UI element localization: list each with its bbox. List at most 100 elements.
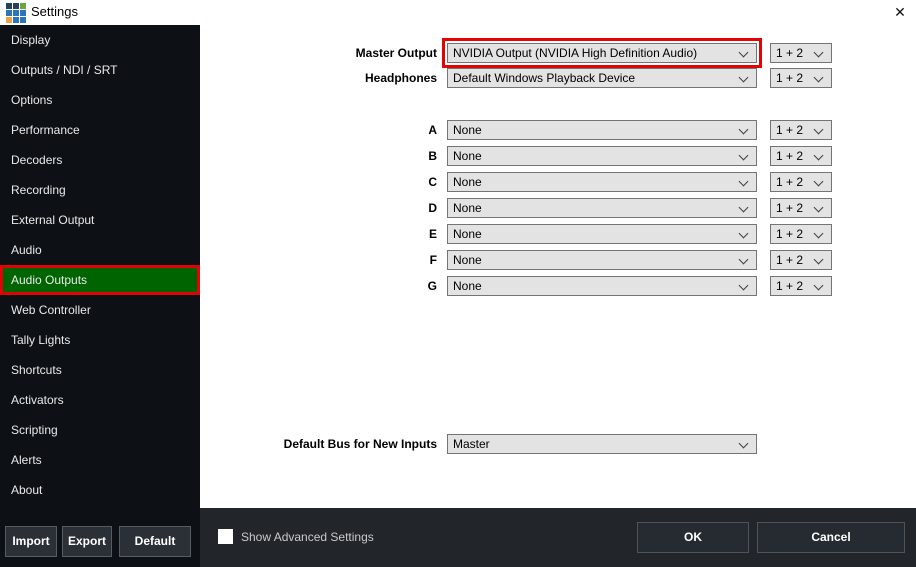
sidebar-item-about[interactable]: About	[0, 475, 200, 505]
sidebar-item-decoders[interactable]: Decoders	[0, 145, 200, 175]
sidebar-item-audio-outputs[interactable]: Audio Outputs	[0, 265, 200, 295]
chevron-down-icon	[738, 280, 749, 291]
bus-e-select-value: None	[453, 227, 482, 241]
bus-d-channel-select-value: 1 + 2	[776, 201, 804, 215]
headphones-channel-value: 1 + 2	[776, 71, 804, 85]
headphones-value: Default Windows Playback Device	[453, 71, 636, 85]
master-output-channel-value: 1 + 2	[776, 46, 804, 60]
bus-f-channel-select-value: 1 + 2	[776, 253, 804, 267]
sidebar-item-options[interactable]: Options	[0, 85, 200, 115]
sidebar-buttons: Import Export Default	[0, 526, 200, 557]
chevron-down-icon	[813, 254, 824, 265]
sidebar-item-activators[interactable]: Activators	[0, 385, 200, 415]
sidebar-item-shortcuts[interactable]: Shortcuts	[0, 355, 200, 385]
bus-a-label: A	[428, 123, 437, 137]
bus-c-channel-select[interactable]: 1 + 2	[770, 172, 832, 192]
chevron-down-icon	[813, 280, 824, 291]
master-output-select[interactable]: NVIDIA Output (NVIDIA High Definition Au…	[447, 43, 757, 63]
chevron-down-icon	[813, 228, 824, 239]
bus-a-channel-select-value: 1 + 2	[776, 123, 804, 137]
bottom-bar: Show Advanced Settings OK Cancel	[200, 508, 916, 567]
bus-g-label: G	[427, 279, 437, 293]
default-bus-value: Master	[453, 437, 490, 451]
bus-g-channel-select-value: 1 + 2	[776, 279, 804, 293]
bus-f-select[interactable]: None	[447, 250, 757, 270]
chevron-down-icon	[813, 150, 824, 161]
bus-b-select-value: None	[453, 149, 482, 163]
bus-d-label: D	[428, 201, 437, 215]
chevron-down-icon	[738, 202, 749, 213]
default-bus-label: Default Bus for New Inputs	[283, 437, 437, 451]
chevron-down-icon	[813, 202, 824, 213]
sidebar: Display Outputs / NDI / SRT Options Perform…	[0, 25, 200, 567]
bus-e-channel-select[interactable]: 1 + 2	[770, 224, 832, 244]
default-button[interactable]: Default	[119, 526, 191, 557]
title-bar: Settings ✕	[0, 0, 916, 25]
bus-b-channel-select-value: 1 + 2	[776, 149, 804, 163]
bus-d-channel-select[interactable]: 1 + 2	[770, 198, 832, 218]
sidebar-item-recording[interactable]: Recording	[0, 175, 200, 205]
bus-a-select-value: None	[453, 123, 482, 137]
headphones-select[interactable]: Default Windows Playback Device	[447, 68, 757, 88]
bus-f-label: F	[429, 253, 437, 267]
sidebar-item-external-output[interactable]: External Output	[0, 205, 200, 235]
app-logo-icon	[6, 3, 26, 23]
ok-button[interactable]: OK	[637, 522, 749, 553]
chevron-down-icon	[738, 176, 749, 187]
bus-e-select[interactable]: None	[447, 224, 757, 244]
bus-b-select[interactable]: None	[447, 146, 757, 166]
chevron-down-icon	[738, 124, 749, 135]
sidebar-nav: Display Outputs / NDI / SRT Options Perform…	[0, 25, 200, 505]
bus-d-select-value: None	[453, 201, 482, 215]
default-bus-select[interactable]: Master	[447, 434, 757, 454]
bus-d-select[interactable]: None	[447, 198, 757, 218]
chevron-down-icon	[738, 47, 749, 58]
bus-a-select[interactable]: None	[447, 120, 757, 140]
master-output-channel-select[interactable]: 1 + 2	[770, 43, 832, 63]
chevron-down-icon	[813, 47, 824, 58]
bus-g-channel-select[interactable]: 1 + 2	[770, 276, 832, 296]
bus-c-channel-select-value: 1 + 2	[776, 175, 804, 189]
sidebar-item-tally-lights[interactable]: Tally Lights	[0, 325, 200, 355]
window-title: Settings	[31, 4, 78, 19]
import-button[interactable]: Import	[5, 526, 57, 557]
bus-f-channel-select[interactable]: 1 + 2	[770, 250, 832, 270]
main-panel: Master Output NVIDIA Output (NVIDIA High…	[200, 25, 916, 508]
bus-c-select-value: None	[453, 175, 482, 189]
chevron-down-icon	[813, 176, 824, 187]
sidebar-item-alerts[interactable]: Alerts	[0, 445, 200, 475]
show-advanced-settings-checkbox[interactable]	[218, 529, 233, 544]
master-output-label: Master Output	[355, 46, 437, 60]
sidebar-item-web-controller[interactable]: Web Controller	[0, 295, 200, 325]
sidebar-item-scripting[interactable]: Scripting	[0, 415, 200, 445]
bus-a-channel-select[interactable]: 1 + 2	[770, 120, 832, 140]
chevron-down-icon	[813, 72, 824, 83]
chevron-down-icon	[738, 150, 749, 161]
master-output-highlight: NVIDIA Output (NVIDIA High Definition Au…	[442, 38, 762, 68]
chevron-down-icon	[738, 254, 749, 265]
master-output-value: NVIDIA Output (NVIDIA High Definition Au…	[453, 46, 698, 60]
headphones-channel-select[interactable]: 1 + 2	[770, 68, 832, 88]
bus-g-select-value: None	[453, 279, 482, 293]
bus-g-select[interactable]: None	[447, 276, 757, 296]
settings-window: Settings ✕ Display Outputs / NDI / SRT Opt…	[0, 0, 916, 567]
bus-e-channel-select-value: 1 + 2	[776, 227, 804, 241]
bus-c-select[interactable]: None	[447, 172, 757, 192]
chevron-down-icon	[738, 438, 749, 449]
sidebar-item-performance[interactable]: Performance	[0, 115, 200, 145]
chevron-down-icon	[813, 124, 824, 135]
bus-b-label: B	[428, 149, 437, 163]
headphones-label: Headphones	[364, 71, 437, 85]
bus-e-label: E	[428, 227, 437, 241]
close-icon[interactable]: ✕	[889, 2, 911, 23]
cancel-button[interactable]: Cancel	[757, 522, 905, 553]
bus-f-select-value: None	[453, 253, 482, 267]
chevron-down-icon	[738, 72, 749, 83]
sidebar-item-outputs-ndi-srt[interactable]: Outputs / NDI / SRT	[0, 55, 200, 85]
bus-c-label: C	[428, 175, 437, 189]
export-button[interactable]: Export	[62, 526, 112, 557]
bus-b-channel-select[interactable]: 1 + 2	[770, 146, 832, 166]
show-advanced-settings-label: Show Advanced Settings	[241, 530, 374, 544]
sidebar-item-audio[interactable]: Audio	[0, 235, 200, 265]
sidebar-item-display[interactable]: Display	[0, 25, 200, 55]
